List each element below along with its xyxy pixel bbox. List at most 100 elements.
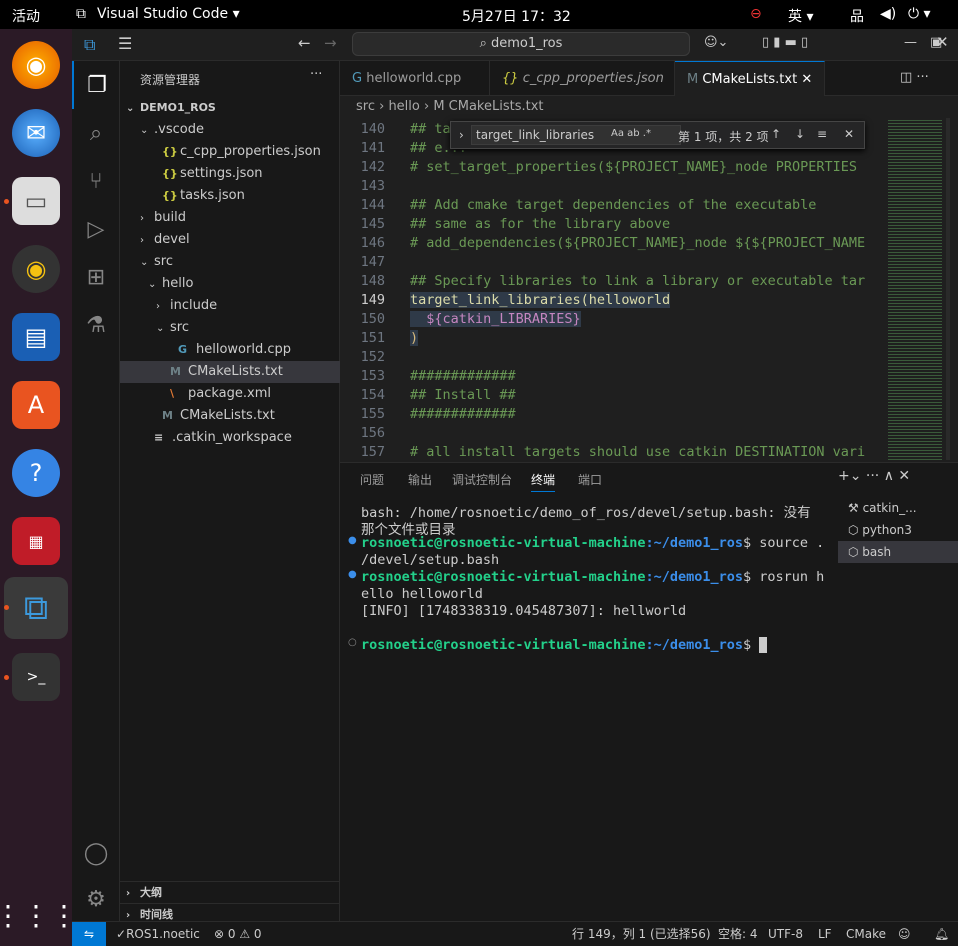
run-debug-icon[interactable]: ▷: [72, 205, 120, 253]
tree-item[interactable]: › devel: [120, 229, 340, 251]
line-number: 157: [360, 444, 385, 460]
rhythmbox-icon[interactable]: ◉: [12, 245, 60, 293]
tree-item[interactable]: M CMakeLists.txt: [120, 361, 340, 383]
firefox-icon[interactable]: ◉: [12, 41, 60, 89]
terminator-icon[interactable]: ▦: [12, 517, 60, 565]
eol[interactable]: LF: [818, 922, 832, 946]
tree-item[interactable]: \ package.xml: [120, 383, 340, 405]
terminal-prompt[interactable]: rosnoetic@rosnoetic-virtual-machine:~/de…: [361, 637, 768, 653]
file-type-icon: G: [178, 343, 188, 356]
cursor-position[interactable]: 行 149，列 1 (已选择56): [572, 922, 711, 946]
workspace-root[interactable]: ⌄ DEMO1_ROS: [120, 97, 340, 119]
tab-close-icon[interactable]: ✕: [801, 72, 812, 87]
tree-item[interactable]: ⌄ src: [120, 317, 340, 339]
tree-item[interactable]: › build: [120, 207, 340, 229]
tree-item[interactable]: ⌄ .vscode: [120, 119, 340, 141]
tab-cmakelists[interactable]: M CMakeLists.txt ✕: [675, 61, 825, 96]
chevron-icon: ⌄: [140, 125, 149, 136]
find-toggle-icon[interactable]: ›: [459, 128, 464, 142]
activities-button[interactable]: 活动: [12, 6, 40, 26]
close-icon[interactable]: ✕: [936, 33, 949, 51]
show-apps-icon[interactable]: ⋮⋮⋮: [0, 891, 78, 939]
find-next-icon[interactable]: ↓: [795, 127, 805, 141]
command-center[interactable]: ⌕ demo1_ros: [352, 32, 690, 56]
copilot-icon[interactable]: ☺⌄: [704, 35, 728, 50]
tree-item[interactable]: {} c_cpp_properties.json: [120, 141, 340, 163]
tab-debug-console[interactable]: 调试控制台: [452, 471, 512, 488]
breadcrumb[interactable]: src › hello › M CMakeLists.txt: [340, 96, 958, 118]
terminal-item[interactable]: ⬡ bash: [838, 541, 958, 563]
new-terminal-icon[interactable]: +⌄ ··· ∧ ✕: [838, 468, 910, 484]
files-icon[interactable]: ▭: [12, 177, 60, 225]
network-icon[interactable]: 品: [850, 6, 864, 26]
tree-item[interactable]: {} settings.json: [120, 163, 340, 185]
thunderbird-icon[interactable]: ✉: [12, 109, 60, 157]
line-number: 141: [360, 140, 385, 156]
find-prev-icon[interactable]: ↑: [771, 127, 781, 141]
app-center-icon[interactable]: A: [12, 381, 60, 429]
code-line: #############: [410, 406, 516, 422]
terminal-item[interactable]: ⚒ catkin_...: [838, 497, 958, 519]
clock[interactable]: 5月27日 17：32: [462, 6, 571, 26]
writer-icon[interactable]: ▤: [12, 313, 60, 361]
volume-icon[interactable]: ◀): [880, 6, 896, 22]
language-mode[interactable]: CMake: [846, 922, 886, 946]
layout-icons[interactable]: ▯ ▮ ▬ ▯: [762, 35, 808, 50]
tree-item[interactable]: {} tasks.json: [120, 185, 340, 207]
find-close-icon[interactable]: ✕: [844, 127, 854, 141]
minimize-icon[interactable]: —: [904, 35, 917, 50]
app-menu[interactable]: Visual Studio Code ▾: [97, 6, 240, 22]
code-editor[interactable]: 140## target ...141## e...142# set_targe…: [340, 118, 958, 460]
terminal-line: rosnoetic@rosnoetic-virtual-machine:~/de…: [361, 569, 825, 585]
terminal-icon-small: ⬡: [848, 545, 863, 559]
dnd-icon[interactable]: ⊖: [750, 6, 762, 22]
notifications-icon[interactable]: 🔔︎: [934, 922, 949, 946]
search-view-icon[interactable]: ⌕: [72, 109, 120, 157]
tree-item[interactable]: ⌄ hello: [120, 273, 340, 295]
tab-ports[interactable]: 端口: [578, 471, 602, 488]
tree-item[interactable]: M CMakeLists.txt: [120, 405, 340, 427]
tab-c-cpp-properties[interactable]: {} c_cpp_properties.json: [490, 61, 675, 96]
tree-item[interactable]: ≡ .catkin_workspace: [120, 427, 340, 449]
menu-icon[interactable]: ☰: [118, 34, 132, 53]
file-type-icon: {}: [162, 167, 178, 180]
power-icon[interactable]: ⏻ ▾: [908, 6, 931, 22]
forward-icon[interactable]: →: [324, 34, 337, 52]
minimap[interactable]: [880, 118, 950, 460]
input-method[interactable]: 英 ▾: [788, 6, 813, 26]
tree-item[interactable]: Ghelloworld.cpp: [120, 339, 340, 361]
explorer-icon[interactable]: ❐: [72, 61, 120, 109]
vscode-dock-icon[interactable]: ⧉: [4, 577, 68, 639]
outline-section[interactable]: › 大纲: [120, 881, 340, 903]
account-icon[interactable]: ◯: [72, 829, 120, 877]
extensions-icon[interactable]: ⊞: [72, 253, 120, 301]
remote-icon[interactable]: ⇋: [72, 922, 106, 946]
tab-helloworld-cpp[interactable]: G helloworld.cpp: [340, 61, 490, 96]
source-control-icon[interactable]: ⑂: [72, 157, 120, 205]
code-line: ## Specify libraries to link a library o…: [410, 273, 866, 289]
code-line: ${catkin_LIBRARIES}: [410, 311, 581, 327]
find-options-icon[interactable]: Aa ab .*: [611, 128, 651, 139]
find-in-selection-icon[interactable]: ≡: [817, 127, 827, 141]
branch-status[interactable]: ✓ ROS1.noetic: [116, 922, 200, 946]
terminal-item[interactable]: ⬡ python3: [838, 519, 958, 541]
cpp-file-icon: G: [352, 71, 367, 86]
problems-status[interactable]: ⊗ 0 ⚠ 0: [214, 922, 262, 946]
split-editor-icon[interactable]: ◫ ···: [900, 70, 929, 85]
copilot-status-icon[interactable]: ☺: [898, 922, 911, 946]
encoding[interactable]: UTF-8: [768, 922, 803, 946]
tab-terminal[interactable]: 终端: [531, 471, 556, 492]
tree-item[interactable]: › include: [120, 295, 340, 317]
settings-gear-icon[interactable]: ⚙: [72, 875, 120, 923]
line-number: 142: [360, 159, 385, 175]
line-number: 144: [360, 197, 385, 213]
tree-item[interactable]: ⌄ src: [120, 251, 340, 273]
back-icon[interactable]: ←: [298, 34, 311, 52]
tab-output[interactable]: 输出: [408, 471, 432, 488]
terminal-icon[interactable]: >_: [12, 653, 60, 701]
tab-problems[interactable]: 问题: [360, 471, 384, 488]
indentation[interactable]: 空格: 4: [718, 922, 758, 946]
help-icon[interactable]: ?: [12, 449, 60, 497]
more-actions-icon[interactable]: ···: [310, 67, 322, 82]
testing-icon[interactable]: ⚗: [72, 301, 120, 349]
